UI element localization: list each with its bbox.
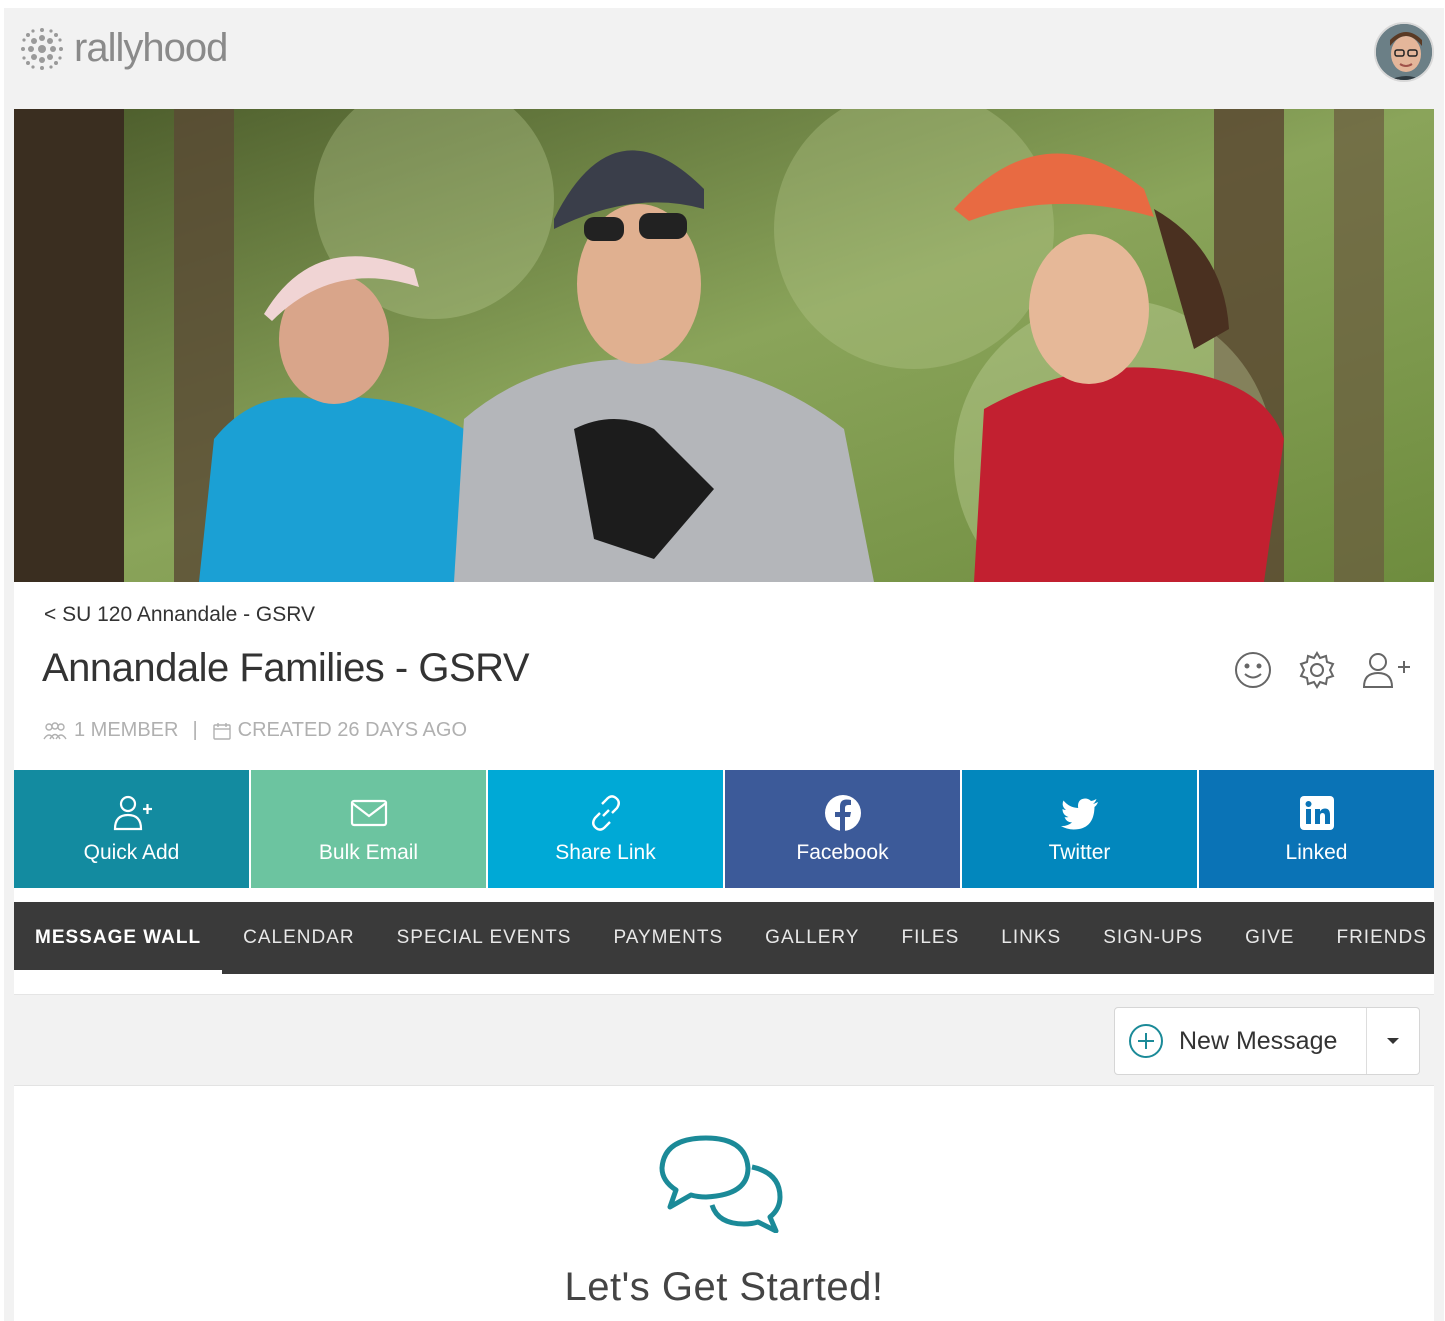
share-actions: Quick Add Bulk Email Share Link Facebook… [14, 770, 1434, 888]
facebook-button[interactable]: Facebook [725, 770, 960, 888]
avatar-image [1376, 24, 1432, 80]
bulk-email-label: Bulk Email [318, 841, 419, 864]
new-message-label: New Message [1179, 1026, 1338, 1055]
members-icon [43, 721, 67, 739]
add-user-icon [113, 795, 152, 831]
bulk-email-button[interactable]: Bulk Email [251, 770, 486, 888]
new-message-button[interactable]: New Message [1115, 1008, 1367, 1074]
quick-add-button[interactable]: Quick Add [14, 770, 249, 888]
linkedin-label: Linked [1285, 841, 1348, 864]
user-avatar[interactable] [1374, 22, 1434, 82]
calendar-icon [212, 722, 231, 740]
cover-photo [14, 109, 1434, 582]
page-title: Annandale Families - GSRV [42, 646, 530, 690]
new-message-dropdown[interactable] [1367, 1008, 1419, 1074]
facebook-label: Facebook [796, 841, 889, 864]
app-frame: rallyhood < SU 120 Annandale - GSRV Anna… [4, 8, 1444, 1321]
quick-add-label: Quick Add [83, 841, 180, 864]
invite-user-icon[interactable] [1360, 649, 1412, 691]
member-count: 1 MEMBER [74, 719, 179, 741]
linkedin-button[interactable]: Linked [1199, 770, 1434, 888]
caret-down-icon [1387, 1038, 1399, 1044]
empty-state-title: Let's Get Started! [564, 1265, 884, 1309]
section-tabs: MESSAGE WALL CALENDAR SPECIAL EVENTS PAY… [14, 902, 1434, 974]
meta-separator: | [192, 719, 198, 741]
group-meta: 1 MEMBER | CREATED 26 DAYS AGO [42, 719, 467, 742]
message-wall: New Message Let's Get Started! [14, 994, 1434, 1321]
logo-mark-icon [21, 27, 63, 70]
facebook-icon [824, 795, 861, 831]
share-link-label: Share Link [555, 841, 656, 864]
twitter-icon [1060, 798, 1098, 830]
rallyhood-logo[interactable]: rallyhood [20, 26, 228, 71]
share-link-button[interactable]: Share Link [488, 770, 723, 888]
tab-files[interactable]: FILES [880, 902, 980, 974]
group-actions [1232, 649, 1412, 691]
twitter-label: Twitter [1048, 841, 1111, 864]
chat-bubbles-icon [659, 1135, 783, 1233]
tab-special-events[interactable]: SPECIAL EVENTS [376, 902, 593, 974]
top-bar: rallyhood [4, 8, 1444, 108]
new-message-split-button: New Message [1114, 1007, 1420, 1075]
logo-text: rallyhood [74, 26, 228, 70]
created-date: CREATED 26 DAYS AGO [237, 719, 467, 741]
smiley-icon[interactable] [1232, 649, 1274, 691]
tab-friends[interactable]: FRIENDS [1315, 902, 1445, 974]
message-toolbar: New Message [14, 995, 1434, 1086]
tab-message-wall[interactable]: MESSAGE WALL [14, 902, 223, 974]
tab-payments[interactable]: PAYMENTS [592, 902, 744, 974]
tab-sign-ups[interactable]: SIGN-UPS [1082, 902, 1224, 974]
envelope-icon [350, 799, 387, 827]
cover-photo-illustration [14, 109, 1434, 582]
linkedin-icon [1299, 796, 1334, 830]
tab-links[interactable]: LINKS [980, 902, 1082, 974]
tab-calendar[interactable]: CALENDAR [222, 902, 375, 974]
breadcrumb[interactable]: < SU 120 Annandale - GSRV [44, 603, 315, 627]
settings-gear-icon[interactable] [1296, 649, 1338, 691]
plus-circle-icon [1129, 1024, 1163, 1058]
tab-give[interactable]: GIVE [1224, 902, 1315, 974]
tab-gallery[interactable]: GALLERY [744, 902, 880, 974]
group-card: < SU 120 Annandale - GSRV Annandale Fami… [14, 109, 1434, 1321]
link-icon [591, 795, 620, 831]
twitter-button[interactable]: Twitter [962, 770, 1197, 888]
